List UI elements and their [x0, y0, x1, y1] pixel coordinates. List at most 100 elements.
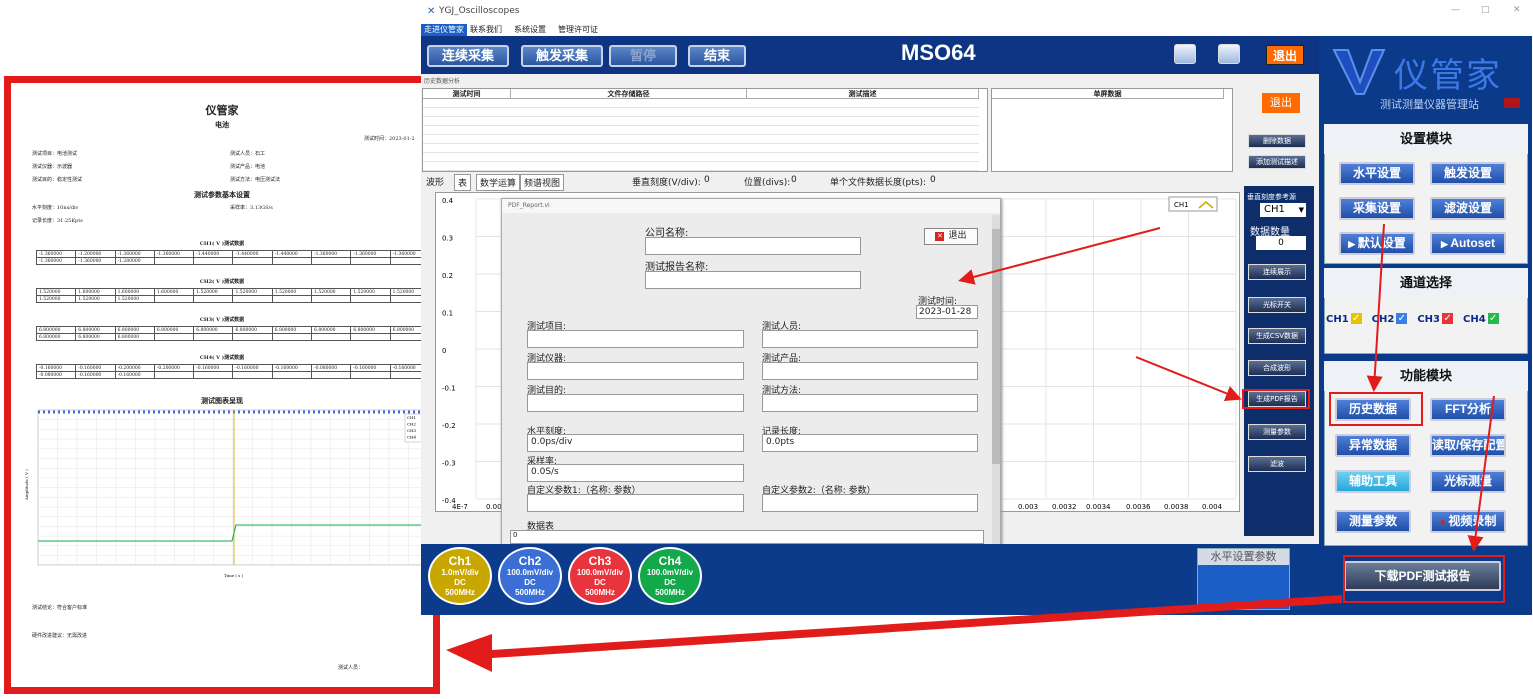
company-input[interactable]: [645, 237, 861, 255]
data-table[interactable]: 0: [510, 530, 984, 544]
project-input[interactable]: [527, 330, 744, 348]
continuous-acquire-button[interactable]: 连续采集: [427, 45, 509, 67]
channel-coupling: DC: [524, 578, 536, 587]
method-input[interactable]: [762, 394, 978, 412]
report-name-input[interactable]: [645, 271, 861, 289]
table-row[interactable]: [423, 153, 979, 162]
function-button[interactable]: ● 视频录制: [1430, 510, 1506, 533]
table-row[interactable]: [423, 126, 979, 135]
table-row[interactable]: [423, 108, 979, 117]
menu-settings[interactable]: 系统设置: [511, 24, 549, 36]
channel-checkbox-ch2[interactable]: CH2 ✓: [1372, 313, 1408, 325]
channel-coupling: DC: [454, 578, 466, 587]
side-button[interactable]: 连续展示: [1248, 264, 1306, 280]
product-input[interactable]: [762, 362, 978, 380]
trigger-acquire-button[interactable]: 触发采集: [521, 45, 603, 67]
settings-button[interactable]: 采集设置: [1339, 197, 1415, 220]
menu-license[interactable]: 管理许可证: [555, 24, 601, 36]
col-file-path: 文件存储路径: [511, 89, 747, 99]
function-button[interactable]: 读取/保存配置: [1430, 434, 1506, 457]
channel-coupling: DC: [664, 578, 676, 587]
plot-x-tick: 0.0032: [1052, 503, 1077, 511]
add-description-button[interactable]: 添加测试描述: [1248, 155, 1306, 169]
table-row[interactable]: [423, 99, 979, 108]
plot-x-tick: 0.0034: [1086, 503, 1111, 511]
instrument-input[interactable]: [527, 362, 744, 380]
settings-button[interactable]: ▶ 默认设置: [1339, 232, 1415, 255]
custom2-input[interactable]: [762, 494, 978, 512]
channel-checkbox-ch4[interactable]: CH4 ✓: [1463, 313, 1499, 325]
channel-checkbox-label: CH4: [1463, 313, 1486, 325]
close-button[interactable]: ✕: [1513, 5, 1521, 15]
hscale-input[interactable]: 0.0ps/div: [527, 434, 744, 452]
side-button[interactable]: 测量参数: [1248, 424, 1306, 440]
table-row[interactable]: [423, 117, 979, 126]
channel-badge-ch4[interactable]: Ch4 100.0mV/div DC 500MHz: [638, 547, 702, 605]
table-row[interactable]: [423, 144, 979, 153]
channel-badge-ch2[interactable]: Ch2 100.0mV/div DC 500MHz: [498, 547, 562, 605]
function-title: 功能模块: [1324, 361, 1528, 391]
gear-icon[interactable]: [1218, 44, 1240, 64]
side-button[interactable]: 滤波: [1248, 456, 1306, 472]
side-button[interactable]: 光标开关: [1248, 297, 1306, 313]
pause-button[interactable]: 暂停: [609, 45, 677, 67]
menu-about[interactable]: 走进仪管家: [421, 24, 467, 36]
dialog-scrollbar[interactable]: [992, 215, 1000, 545]
check-icon: ✓: [1350, 313, 1362, 324]
purpose-input[interactable]: [527, 394, 744, 412]
minimize-button[interactable]: —: [1451, 5, 1460, 15]
position-label: 位置(divs):: [744, 178, 791, 188]
rate-input[interactable]: 0.0S/s: [527, 464, 744, 482]
channel-badge-ch3[interactable]: Ch3 100.0mV/div DC 500MHz: [568, 547, 632, 605]
person-input[interactable]: [762, 330, 978, 348]
dialog-exit-button[interactable]: ✕ 退出: [924, 228, 978, 245]
settings-button[interactable]: 触发设置: [1430, 162, 1506, 185]
side-button[interactable]: 生成CSV数据: [1248, 328, 1306, 344]
channel-scale: 1.0mV/div: [441, 568, 479, 577]
delete-data-button[interactable]: 删除数据: [1248, 134, 1306, 148]
single-screen-data: 单屏数据: [991, 88, 1233, 172]
function-button[interactable]: 异常数据: [1335, 434, 1411, 457]
history-exit-button[interactable]: 退出: [1262, 93, 1300, 113]
channel-checkboxes: CH1 ✓ CH2 ✓ CH3 ✓ CH4 ✓: [1326, 313, 1526, 325]
tab-table[interactable]: 表: [454, 174, 472, 191]
reclen-input[interactable]: 0.0pts: [762, 434, 978, 452]
function-button-label: 视频录制: [1448, 514, 1497, 528]
brand-logo: 仪管家 测试测量仪器管理站: [1330, 44, 1520, 116]
test-time-input[interactable]: 2023-01-28: [916, 305, 978, 319]
tab-math[interactable]: 数学运算: [476, 174, 521, 191]
tab-spectrum[interactable]: 频谱视图: [520, 174, 565, 191]
ref-source-select[interactable]: CH1 ▼: [1260, 203, 1306, 217]
channel-scale: 100.0mV/div: [506, 568, 554, 577]
table-row[interactable]: [423, 135, 979, 144]
settings-button[interactable]: 水平设置: [1339, 162, 1415, 185]
plot-x-tick: 0.0038: [1164, 503, 1189, 511]
custom1-input[interactable]: [527, 494, 744, 512]
function-button[interactable]: 辅助工具: [1335, 470, 1411, 493]
side-button[interactable]: 合成波形: [1248, 360, 1306, 376]
dialog-exit-label: 退出: [948, 231, 967, 241]
function-button[interactable]: 光标测量: [1430, 470, 1506, 493]
channel-checkbox-ch3[interactable]: CH3 ✓: [1417, 313, 1454, 325]
model-name: MSO64: [901, 40, 976, 65]
plot-x-tick: 0.004: [1202, 503, 1223, 511]
maximize-button[interactable]: □: [1481, 5, 1490, 15]
tab-waveform[interactable]: 波形: [426, 175, 444, 188]
channel-name: Ch2: [518, 554, 542, 568]
function-button[interactable]: 测量参数: [1335, 510, 1411, 533]
check-icon: ✓: [1442, 313, 1454, 324]
settings-button[interactable]: ▶ Autoset: [1430, 232, 1506, 255]
end-button[interactable]: 结束: [688, 45, 746, 67]
channel-checkbox-ch1[interactable]: CH1 ✓: [1326, 313, 1362, 325]
channel-badge-ch1[interactable]: Ch1 1.0mV/div DC 500MHz: [428, 547, 492, 605]
function-button-label: FFT分析: [1445, 402, 1491, 416]
menu-contact[interactable]: 联系我们: [467, 24, 505, 36]
exit-button[interactable]: 退出: [1266, 45, 1304, 65]
history-table[interactable]: 测试时间 文件存储路径 测试描述: [422, 88, 988, 172]
close-icon: ✕: [935, 232, 945, 241]
table-row[interactable]: [423, 162, 979, 171]
refresh-icon[interactable]: [1174, 44, 1196, 64]
function-button[interactable]: FFT分析: [1430, 398, 1506, 421]
function-button-label: 辅助工具: [1348, 474, 1397, 488]
settings-button[interactable]: 滤波设置: [1430, 197, 1506, 220]
